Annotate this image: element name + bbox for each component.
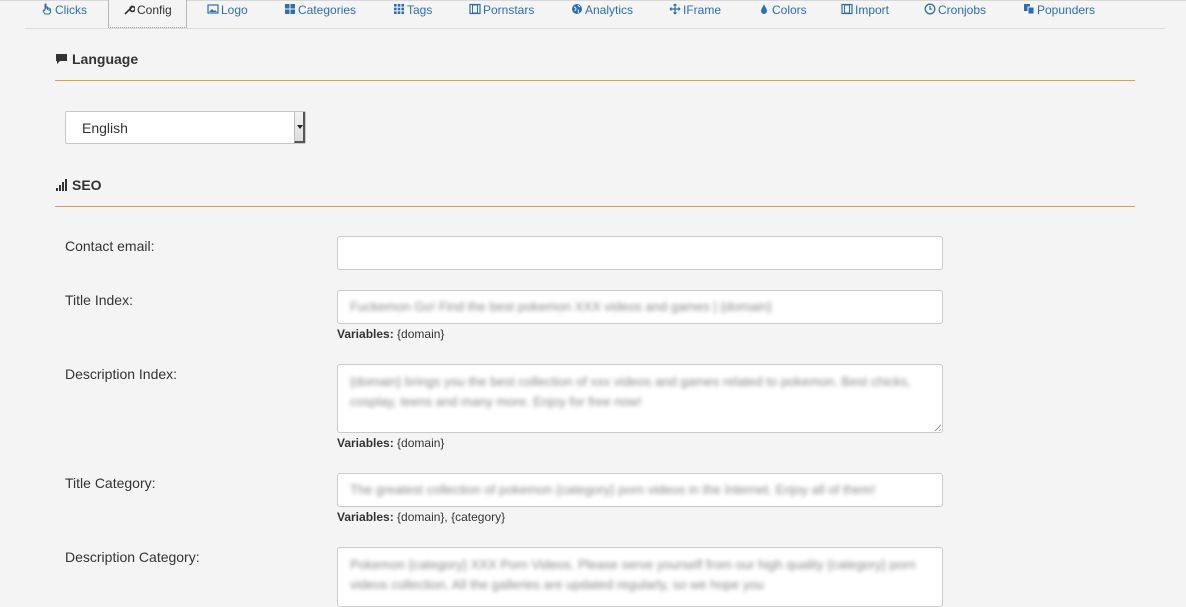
description-index-value: {domain} brings you the best collection …	[350, 374, 911, 409]
drop-icon	[761, 4, 767, 14]
variables-label: Variables:	[337, 510, 394, 524]
film-icon	[841, 3, 853, 15]
description-category-label: Description Category:	[65, 549, 200, 565]
tab-label: Colors	[772, 3, 807, 17]
resize-handle[interactable]	[932, 422, 941, 431]
title-index-field[interactable]: Fuckemon Go! Find the best pokemon XXX v…	[337, 290, 943, 324]
tab-iframe[interactable]: IFrame	[669, 0, 721, 28]
description-index-label: Description Index:	[65, 366, 178, 382]
language-select[interactable]: English	[65, 111, 306, 144]
title-index-label: Title Index:	[65, 292, 133, 308]
pointer-hand-icon	[42, 3, 51, 15]
move-icon	[669, 3, 681, 15]
description-category-value: Pokemon {category} XXX Porn Videos. Plea…	[350, 557, 916, 592]
wrench-icon	[124, 5, 135, 15]
tab-bar: Clicks Config Logo Categories Tags Porns…	[25, 0, 1165, 29]
title-index-hint: Variables: {domain}	[337, 327, 444, 341]
title-index-value: Fuckemon Go! Find the best pokemon XXX v…	[350, 299, 772, 314]
tab-categories[interactable]: Categories	[284, 0, 356, 28]
tab-colors[interactable]: Colors	[758, 0, 807, 28]
tab-label: Cronjobs	[938, 3, 987, 17]
tab-popunders[interactable]: Popunders	[1023, 0, 1095, 28]
tab-label: Clicks	[55, 3, 87, 17]
description-category-textarea[interactable]: Pokemon {category} XXX Porn Videos. Plea…	[337, 547, 943, 607]
tab-label: Popunders	[1037, 3, 1096, 17]
contact-email-label: Contact email:	[65, 238, 155, 254]
image-icon	[207, 4, 219, 14]
clock-icon	[924, 3, 936, 15]
tab-clicks[interactable]: Clicks	[41, 0, 87, 28]
grid-icon	[285, 4, 295, 14]
description-index-textarea[interactable]: {domain} brings you the best collection …	[337, 364, 943, 433]
tab-label: Analytics	[585, 3, 634, 17]
variables-value: {domain}, {category}	[397, 510, 506, 524]
title-category-field[interactable]: The greatest collection of pokemon {cate…	[337, 473, 943, 507]
tab-label: Pornstars	[483, 3, 535, 17]
language-select-value: English	[82, 120, 128, 136]
comment-icon	[56, 54, 67, 64]
section-title: SEO	[72, 177, 102, 193]
title-category-label: Title Category:	[65, 475, 156, 491]
copy-icon	[1024, 4, 1035, 15]
contact-email-field[interactable]	[337, 236, 943, 270]
variables-label: Variables:	[337, 327, 394, 341]
variables-value: {domain}	[397, 327, 445, 341]
tab-label: Tags	[407, 3, 433, 17]
dots-grid-icon	[394, 4, 404, 14]
film-icon	[469, 3, 481, 15]
signal-bars-icon	[56, 179, 67, 191]
tab-config[interactable]: Config	[108, 0, 187, 28]
tab-label: Categories	[298, 3, 357, 17]
chevron-down-icon	[294, 112, 305, 143]
tab-tags[interactable]: Tags	[393, 0, 432, 28]
globe-icon	[572, 4, 582, 14]
tab-label: Import	[855, 3, 890, 17]
section-title: Language	[72, 51, 139, 67]
tab-pornstars[interactable]: Pornstars	[469, 0, 534, 28]
variables-label: Variables:	[337, 436, 394, 450]
language-section-header: Language	[55, 51, 1135, 81]
tab-cronjobs[interactable]: Cronjobs	[924, 0, 986, 28]
title-category-hint: Variables: {domain}, {category}	[337, 510, 505, 524]
title-category-value: The greatest collection of pokemon {cate…	[350, 482, 876, 497]
tab-label: Config	[137, 3, 172, 17]
tab-label: IFrame	[683, 3, 722, 17]
tab-logo[interactable]: Logo	[207, 0, 248, 28]
tab-analytics[interactable]: Analytics	[571, 0, 633, 28]
tab-import[interactable]: Import	[841, 0, 889, 28]
seo-section-header: SEO	[55, 177, 1135, 207]
tab-label: Logo	[221, 3, 248, 17]
description-index-hint: Variables: {domain}	[337, 436, 444, 450]
variables-value: {domain}	[397, 436, 445, 450]
